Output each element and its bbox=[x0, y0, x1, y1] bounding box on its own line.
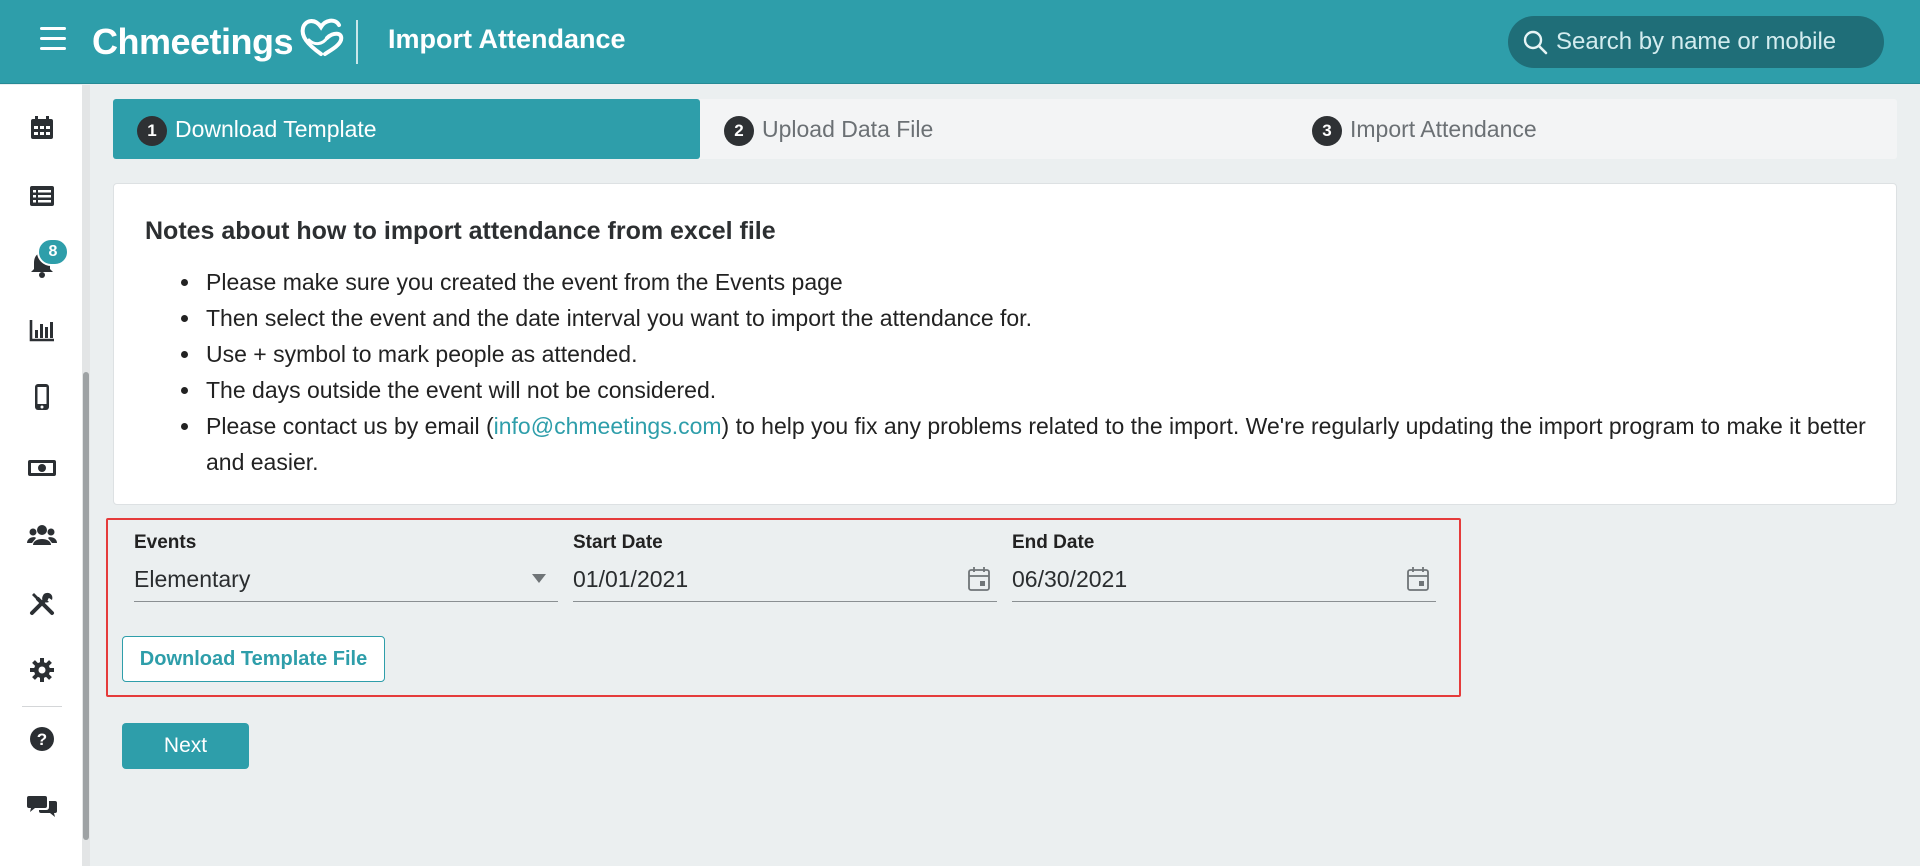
calendar-picker-icon[interactable] bbox=[967, 566, 991, 592]
groups-icon[interactable] bbox=[24, 517, 60, 553]
gear-icon[interactable] bbox=[24, 652, 60, 688]
sidebar-divider bbox=[22, 706, 62, 707]
mobile-icon[interactable] bbox=[24, 379, 60, 415]
search-box[interactable] bbox=[1508, 16, 1884, 68]
heart-logo-icon bbox=[300, 18, 344, 56]
help-icon[interactable]: ? bbox=[24, 721, 60, 757]
step-import-attendance[interactable]: 3 Import Attendance bbox=[1312, 99, 1872, 159]
end-date-value: 06/30/2021 bbox=[1012, 566, 1128, 592]
start-date-input[interactable]: 01/01/2021 bbox=[573, 558, 997, 602]
download-template-button[interactable]: Download Template File bbox=[122, 636, 385, 682]
list-item: The days outside the event will not be c… bbox=[202, 372, 1920, 408]
end-date-label: End Date bbox=[1012, 532, 1095, 553]
contact-email-link[interactable]: info@chmeetings.com bbox=[494, 413, 722, 439]
end-date-field: End Date 06/30/2021 bbox=[1012, 532, 1436, 602]
contact-prefix: Please contact us by email ( bbox=[206, 413, 494, 439]
end-date-input[interactable]: 06/30/2021 bbox=[1012, 558, 1436, 602]
notification-badge: 8 bbox=[37, 238, 69, 266]
notes-list: Please make sure you created the event f… bbox=[174, 264, 1920, 480]
top-bar: Chmeetings Import Attendance bbox=[0, 0, 1920, 84]
bar-chart-icon[interactable] bbox=[24, 312, 60, 348]
sidebar-scroll-thumb[interactable] bbox=[83, 372, 89, 840]
header-divider bbox=[356, 20, 358, 64]
stepper: 1 Download Template 2 Upload Data File 3… bbox=[113, 99, 1897, 159]
step-download-template[interactable]: 1 Download Template bbox=[113, 99, 700, 159]
chat-icon[interactable] bbox=[24, 788, 60, 824]
template-options-box: Events Elementary Start Date 01/01/2021 … bbox=[106, 518, 1461, 697]
dropdown-caret-icon bbox=[532, 574, 546, 583]
start-date-value: 01/01/2021 bbox=[573, 566, 689, 592]
logo[interactable]: Chmeetings bbox=[92, 16, 345, 68]
search-input[interactable] bbox=[1556, 28, 1876, 56]
events-field: Events Elementary bbox=[134, 532, 558, 602]
list-item-contact: Please contact us by email (info@chmeeti… bbox=[202, 408, 1872, 480]
money-icon[interactable] bbox=[24, 450, 60, 486]
events-value: Elementary bbox=[134, 566, 251, 592]
start-date-field: Start Date 01/01/2021 bbox=[573, 532, 997, 602]
list-item: Use + symbol to mark people as attended. bbox=[202, 336, 1920, 372]
list-item: Then select the event and the date inter… bbox=[202, 300, 1920, 336]
step-number: 2 bbox=[724, 116, 754, 146]
start-date-label: Start Date bbox=[573, 532, 663, 553]
list-item: Please make sure you created the event f… bbox=[202, 264, 1920, 300]
page-title: Import Attendance bbox=[388, 24, 626, 54]
notes-card: Notes about how to import attendance fro… bbox=[113, 183, 1897, 505]
step-number: 1 bbox=[137, 116, 167, 146]
step-label: Download Template bbox=[175, 115, 377, 142]
events-select[interactable]: Elementary bbox=[134, 558, 558, 602]
notes-title: Notes about how to import attendance fro… bbox=[145, 217, 776, 245]
tools-icon[interactable] bbox=[24, 585, 60, 621]
events-label: Events bbox=[134, 532, 197, 553]
step-number: 3 bbox=[1312, 116, 1342, 146]
calendar-icon[interactable] bbox=[24, 110, 60, 146]
calendar-picker-icon[interactable] bbox=[1406, 566, 1430, 592]
step-upload-data-file[interactable]: 2 Upload Data File bbox=[724, 99, 1284, 159]
search-icon bbox=[1523, 30, 1548, 55]
brand-name: Chmeetings bbox=[92, 21, 294, 62]
step-label: Upload Data File bbox=[762, 115, 934, 142]
next-button[interactable]: Next bbox=[122, 723, 249, 769]
hamburger-menu-icon[interactable] bbox=[40, 27, 68, 55]
list-icon[interactable] bbox=[24, 178, 60, 214]
step-label: Import Attendance bbox=[1350, 115, 1537, 142]
svg-text:?: ? bbox=[37, 730, 47, 749]
